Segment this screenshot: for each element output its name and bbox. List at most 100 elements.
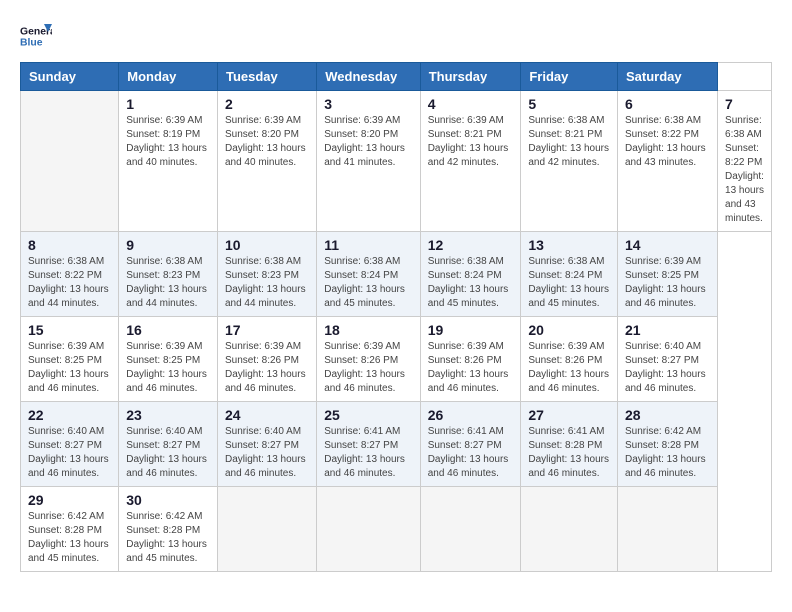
day-info: Sunrise: 6:39 AMSunset: 8:20 PMDaylight:… (225, 114, 309, 170)
calendar-day: 10 Sunrise: 6:38 AMSunset: 8:23 PMDaylig… (217, 232, 316, 317)
day-number: 3 (324, 96, 412, 112)
day-number: 5 (528, 96, 610, 112)
day-info: Sunrise: 6:39 AMSunset: 8:26 PMDaylight:… (428, 340, 514, 396)
day-info: Sunrise: 6:39 AMSunset: 8:21 PMDaylight:… (428, 114, 514, 170)
day-number: 11 (324, 237, 412, 253)
calendar-day: 4 Sunrise: 6:39 AMSunset: 8:21 PMDayligh… (420, 91, 521, 232)
day-number: 14 (625, 237, 710, 253)
calendar-day (617, 487, 717, 572)
day-number: 19 (428, 322, 514, 338)
calendar-day: 16 Sunrise: 6:39 AMSunset: 8:25 PMDaylig… (119, 317, 218, 402)
calendar-day: 17 Sunrise: 6:39 AMSunset: 8:26 PMDaylig… (217, 317, 316, 402)
day-info: Sunrise: 6:38 AMSunset: 8:22 PMDaylight:… (28, 255, 111, 311)
day-info: Sunrise: 6:39 AMSunset: 8:26 PMDaylight:… (528, 340, 610, 396)
day-info: Sunrise: 6:40 AMSunset: 8:27 PMDaylight:… (625, 340, 710, 396)
calendar-day: 11 Sunrise: 6:38 AMSunset: 8:24 PMDaylig… (317, 232, 420, 317)
calendar-day: 22 Sunrise: 6:40 AMSunset: 8:27 PMDaylig… (21, 402, 119, 487)
day-number: 18 (324, 322, 412, 338)
calendar-day: 26 Sunrise: 6:41 AMSunset: 8:27 PMDaylig… (420, 402, 521, 487)
day-number: 12 (428, 237, 514, 253)
day-info: Sunrise: 6:39 AMSunset: 8:20 PMDaylight:… (324, 114, 412, 170)
day-number: 26 (428, 407, 514, 423)
calendar-day (217, 487, 316, 572)
calendar-day: 1 Sunrise: 6:39 AMSunset: 8:19 PMDayligh… (119, 91, 218, 232)
weekday-header: Saturday (617, 63, 717, 91)
weekday-header: Thursday (420, 63, 521, 91)
day-info: Sunrise: 6:38 AMSunset: 8:23 PMDaylight:… (126, 255, 210, 311)
calendar-day: 9 Sunrise: 6:38 AMSunset: 8:23 PMDayligh… (119, 232, 218, 317)
calendar-week-row: 22 Sunrise: 6:40 AMSunset: 8:27 PMDaylig… (21, 402, 772, 487)
logo-icon: General Blue (20, 20, 52, 52)
calendar-day: 12 Sunrise: 6:38 AMSunset: 8:24 PMDaylig… (420, 232, 521, 317)
day-info: Sunrise: 6:38 AMSunset: 8:23 PMDaylight:… (225, 255, 309, 311)
day-info: Sunrise: 6:42 AMSunset: 8:28 PMDaylight:… (625, 425, 710, 481)
calendar-day: 23 Sunrise: 6:40 AMSunset: 8:27 PMDaylig… (119, 402, 218, 487)
day-number: 28 (625, 407, 710, 423)
day-number: 27 (528, 407, 610, 423)
day-number: 25 (324, 407, 412, 423)
calendar-week-row: 29 Sunrise: 6:42 AMSunset: 8:28 PMDaylig… (21, 487, 772, 572)
calendar-day: 13 Sunrise: 6:38 AMSunset: 8:24 PMDaylig… (521, 232, 618, 317)
day-info: Sunrise: 6:40 AMSunset: 8:27 PMDaylight:… (225, 425, 309, 481)
calendar-day: 5 Sunrise: 6:38 AMSunset: 8:21 PMDayligh… (521, 91, 618, 232)
calendar-day: 20 Sunrise: 6:39 AMSunset: 8:26 PMDaylig… (521, 317, 618, 402)
calendar-week-row: 15 Sunrise: 6:39 AMSunset: 8:25 PMDaylig… (21, 317, 772, 402)
weekday-header: Wednesday (317, 63, 420, 91)
day-info: Sunrise: 6:40 AMSunset: 8:27 PMDaylight:… (126, 425, 210, 481)
weekday-header: Tuesday (217, 63, 316, 91)
day-info: Sunrise: 6:38 AMSunset: 8:21 PMDaylight:… (528, 114, 610, 170)
weekday-header-row: SundayMondayTuesdayWednesdayThursdayFrid… (21, 63, 772, 91)
day-number: 22 (28, 407, 111, 423)
calendar-day (420, 487, 521, 572)
day-info: Sunrise: 6:38 AMSunset: 8:24 PMDaylight:… (428, 255, 514, 311)
day-info: Sunrise: 6:38 AMSunset: 8:24 PMDaylight:… (324, 255, 412, 311)
calendar-day: 21 Sunrise: 6:40 AMSunset: 8:27 PMDaylig… (617, 317, 717, 402)
logo: General Blue (20, 20, 56, 52)
day-info: Sunrise: 6:41 AMSunset: 8:28 PMDaylight:… (528, 425, 610, 481)
calendar-day: 25 Sunrise: 6:41 AMSunset: 8:27 PMDaylig… (317, 402, 420, 487)
day-info: Sunrise: 6:38 AMSunset: 8:24 PMDaylight:… (528, 255, 610, 311)
calendar-week-row: 1 Sunrise: 6:39 AMSunset: 8:19 PMDayligh… (21, 91, 772, 232)
calendar-day: 29 Sunrise: 6:42 AMSunset: 8:28 PMDaylig… (21, 487, 119, 572)
calendar-day: 30 Sunrise: 6:42 AMSunset: 8:28 PMDaylig… (119, 487, 218, 572)
calendar-day: 6 Sunrise: 6:38 AMSunset: 8:22 PMDayligh… (617, 91, 717, 232)
calendar-day: 18 Sunrise: 6:39 AMSunset: 8:26 PMDaylig… (317, 317, 420, 402)
calendar-day: 24 Sunrise: 6:40 AMSunset: 8:27 PMDaylig… (217, 402, 316, 487)
calendar-day: 28 Sunrise: 6:42 AMSunset: 8:28 PMDaylig… (617, 402, 717, 487)
calendar-day: 19 Sunrise: 6:39 AMSunset: 8:26 PMDaylig… (420, 317, 521, 402)
day-number: 16 (126, 322, 210, 338)
calendar-day: 27 Sunrise: 6:41 AMSunset: 8:28 PMDaylig… (521, 402, 618, 487)
day-number: 1 (126, 96, 210, 112)
calendar-day: 15 Sunrise: 6:39 AMSunset: 8:25 PMDaylig… (21, 317, 119, 402)
day-info: Sunrise: 6:42 AMSunset: 8:28 PMDaylight:… (126, 510, 210, 566)
calendar-day: 14 Sunrise: 6:39 AMSunset: 8:25 PMDaylig… (617, 232, 717, 317)
calendar-day: 8 Sunrise: 6:38 AMSunset: 8:22 PMDayligh… (21, 232, 119, 317)
page-header: General Blue (20, 20, 772, 52)
weekday-header: Sunday (21, 63, 119, 91)
day-number: 17 (225, 322, 309, 338)
day-info: Sunrise: 6:41 AMSunset: 8:27 PMDaylight:… (324, 425, 412, 481)
calendar-table: SundayMondayTuesdayWednesdayThursdayFrid… (20, 62, 772, 572)
day-info: Sunrise: 6:39 AMSunset: 8:19 PMDaylight:… (126, 114, 210, 170)
day-info: Sunrise: 6:42 AMSunset: 8:28 PMDaylight:… (28, 510, 111, 566)
calendar-day-empty (21, 91, 119, 232)
day-info: Sunrise: 6:39 AMSunset: 8:25 PMDaylight:… (625, 255, 710, 311)
day-number: 24 (225, 407, 309, 423)
calendar-day: 7 Sunrise: 6:38 AMSunset: 8:22 PMDayligh… (718, 91, 772, 232)
day-number: 8 (28, 237, 111, 253)
day-number: 6 (625, 96, 710, 112)
day-number: 23 (126, 407, 210, 423)
calendar-day (317, 487, 420, 572)
weekday-header: Friday (521, 63, 618, 91)
calendar-day (521, 487, 618, 572)
day-number: 10 (225, 237, 309, 253)
day-number: 4 (428, 96, 514, 112)
day-number: 21 (625, 322, 710, 338)
day-info: Sunrise: 6:38 AMSunset: 8:22 PMDaylight:… (725, 114, 764, 226)
calendar-week-row: 8 Sunrise: 6:38 AMSunset: 8:22 PMDayligh… (21, 232, 772, 317)
day-info: Sunrise: 6:38 AMSunset: 8:22 PMDaylight:… (625, 114, 710, 170)
svg-text:Blue: Blue (20, 38, 43, 49)
day-info: Sunrise: 6:39 AMSunset: 8:25 PMDaylight:… (28, 340, 111, 396)
day-info: Sunrise: 6:39 AMSunset: 8:26 PMDaylight:… (225, 340, 309, 396)
calendar-day: 2 Sunrise: 6:39 AMSunset: 8:20 PMDayligh… (217, 91, 316, 232)
